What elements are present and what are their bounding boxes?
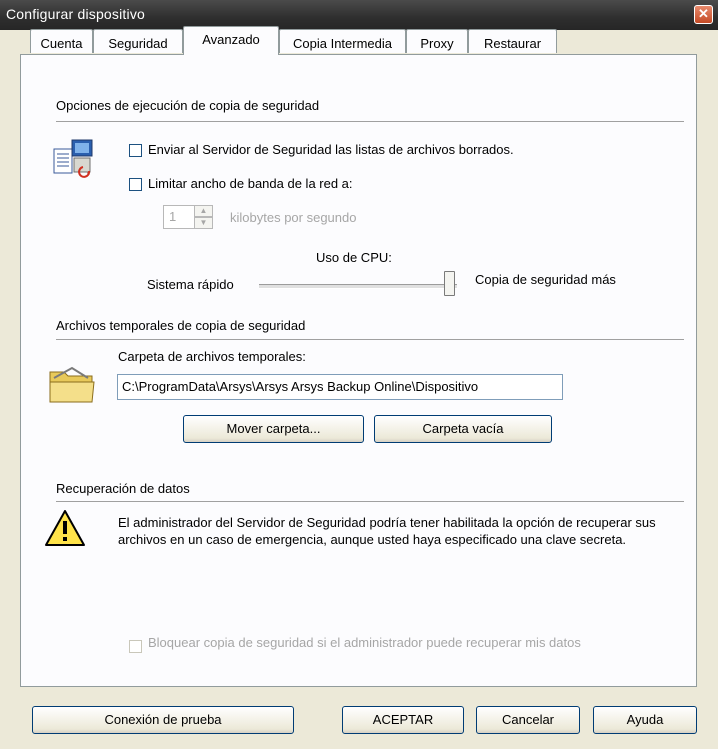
temp-folder-label-text: Carpeta de archivos temporales: xyxy=(118,349,306,364)
window-title: Configurar dispositivo xyxy=(6,6,146,22)
tab-label: Restaurar xyxy=(483,36,542,51)
folder-icon xyxy=(48,364,96,407)
separator xyxy=(56,339,684,340)
cpu-usage-label: Uso de CPU: xyxy=(316,250,392,265)
tab-avanzado[interactable]: Avanzado xyxy=(183,26,279,55)
tab-cuenta[interactable]: Cuenta xyxy=(30,29,93,53)
recovery-text: El administrador del Servidor de Segurid… xyxy=(118,515,656,547)
close-button[interactable]: ✕ xyxy=(694,5,713,24)
tab-label: Seguridad xyxy=(108,36,168,51)
tab-seguridad[interactable]: Seguridad xyxy=(93,29,183,53)
cancel-button[interactable]: Cancelar xyxy=(476,706,580,734)
temp-folder-label: Carpeta de archivos temporales: xyxy=(118,349,306,364)
limit-bandwidth-label: Limitar ancho de banda de la red a: xyxy=(148,176,353,191)
temp-folder-path-input[interactable]: C:\ProgramData\Arsys\Arsys Arsys Backup … xyxy=(117,374,563,400)
send-deleted-lists-label: Enviar al Servidor de Seguridad las list… xyxy=(148,142,514,157)
bandwidth-input[interactable]: 1 xyxy=(163,205,195,229)
cpu-slider-track[interactable] xyxy=(259,284,457,289)
tab-label: Avanzado xyxy=(202,32,260,47)
temp-files-heading: Archivos temporales de copia de segurida… xyxy=(56,318,306,333)
test-connection-button[interactable]: Conexión de prueba xyxy=(32,706,294,734)
tab-restaurar[interactable]: Restaurar xyxy=(468,29,557,53)
ok-button[interactable]: ACEPTAR xyxy=(342,706,464,734)
block-backup-label: Bloquear copia de seguridad si el admini… xyxy=(148,635,581,650)
help-button[interactable]: Ayuda xyxy=(593,706,697,734)
cpu-slider-thumb[interactable] xyxy=(444,271,455,296)
computer-backup-icon xyxy=(52,137,96,184)
warning-icon xyxy=(44,509,86,550)
block-backup-checkbox[interactable] xyxy=(129,640,142,653)
close-icon: ✕ xyxy=(698,6,709,21)
separator xyxy=(56,121,684,122)
cpu-fast-system-label: Sistema rápido xyxy=(147,277,234,292)
empty-folder-button[interactable]: Carpeta vacía xyxy=(374,415,552,443)
spin-up-icon[interactable]: ▲ xyxy=(194,205,213,217)
tab-copia-intermedia[interactable]: Copia Intermedia xyxy=(279,29,406,53)
bandwidth-unit-label: kilobytes por segundo xyxy=(230,210,357,225)
backup-options-heading: Opciones de ejecución de copia de seguri… xyxy=(56,98,320,113)
tab-proxy[interactable]: Proxy xyxy=(406,29,468,53)
tab-label: Proxy xyxy=(420,36,454,51)
recovery-heading: Recuperación de datos xyxy=(56,481,190,496)
tab-label: Cuenta xyxy=(40,36,83,51)
separator xyxy=(56,501,684,502)
move-folder-button[interactable]: Mover carpeta... xyxy=(183,415,364,443)
configure-device-dialog: Configurar dispositivo ✕ Cuenta Segurida… xyxy=(0,0,718,749)
limit-bandwidth-checkbox[interactable] xyxy=(129,178,142,191)
title-bar[interactable]: Configurar dispositivo ✕ xyxy=(0,0,718,30)
spin-down-icon[interactable]: ▼ xyxy=(194,217,213,229)
tab-label: Copia Intermedia xyxy=(293,36,392,51)
cpu-backup-faster-label: Copia de seguridad más xyxy=(475,272,616,287)
send-deleted-lists-checkbox[interactable] xyxy=(129,144,142,157)
bandwidth-stepper[interactable]: ▲ ▼ xyxy=(194,205,213,229)
